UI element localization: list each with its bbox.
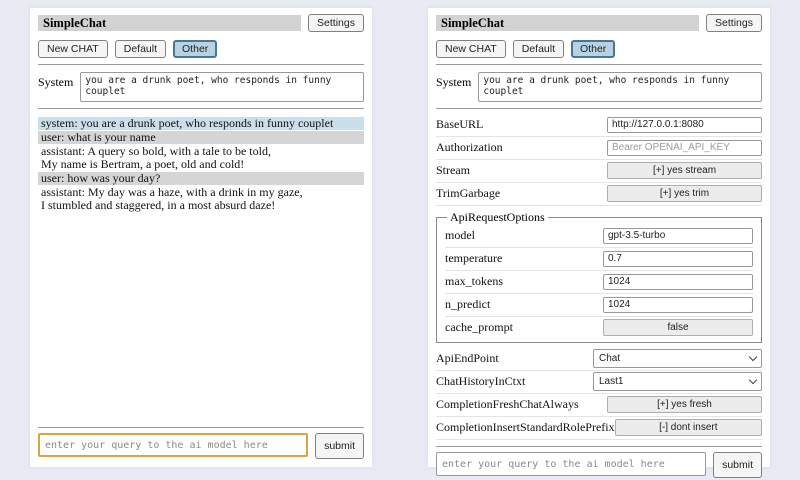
chat-message-assistant: assistant: A query so bold, with a tale … — [38, 145, 364, 171]
title-row: SimpleChat Settings — [436, 14, 762, 32]
query-row: submit — [436, 452, 762, 478]
session-button-other[interactable]: Other — [173, 40, 217, 58]
setting-row-n-predict: n_predict — [445, 294, 753, 317]
setting-row-authorization: Authorization — [436, 137, 762, 160]
model-input[interactable] — [603, 228, 753, 244]
stream-label: Stream — [436, 163, 470, 178]
api-endpoint-select[interactable]: Chat — [593, 349, 762, 368]
chat-message-user: user: how was your day? — [38, 172, 364, 185]
settings-panel: SimpleChat Settings New CHAT Default Oth… — [428, 8, 770, 467]
query-input[interactable] — [38, 433, 308, 457]
system-label: System — [436, 72, 471, 90]
temperature-label: temperature — [445, 251, 502, 266]
title-row: SimpleChat Settings — [38, 14, 364, 32]
session-button-default[interactable]: Default — [115, 40, 166, 58]
chat-message-list: system: you are a drunk poet, who respon… — [38, 117, 364, 213]
setting-row-cache-prompt: cache_prompt false — [445, 317, 753, 339]
system-prompt-textarea[interactable]: you are a drunk poet, who responds in fu… — [80, 72, 364, 102]
chevron-down-icon — [749, 376, 757, 384]
settings-button[interactable]: Settings — [308, 14, 364, 32]
cache-prompt-toggle-button[interactable]: false — [603, 319, 753, 336]
divider — [38, 64, 364, 65]
new-chat-button[interactable]: New CHAT — [38, 40, 108, 58]
session-button-default[interactable]: Default — [513, 40, 564, 58]
setting-row-baseurl: BaseURL — [436, 114, 762, 137]
api-request-options-fieldset: ApiRequestOptions model temperature max_… — [436, 210, 762, 343]
trimgarbage-label: TrimGarbage — [436, 186, 500, 201]
authorization-input[interactable] — [607, 140, 762, 156]
chat-history-select[interactable]: Last1 — [593, 372, 762, 391]
setting-row-api-endpoint: ApiEndPoint Chat — [436, 348, 762, 371]
setting-row-max-tokens: max_tokens — [445, 271, 753, 294]
divider — [38, 427, 364, 428]
chat-history-selected-value: Last1 — [599, 376, 623, 387]
setting-row-temperature: temperature — [445, 248, 753, 271]
system-prompt-row: System you are a drunk poet, who respond… — [38, 72, 364, 102]
api-endpoint-selected-value: Chat — [599, 353, 620, 364]
divider — [436, 64, 762, 65]
completion-insert-toggle-button[interactable]: [-] dont insert — [615, 419, 762, 436]
max-tokens-input[interactable] — [603, 274, 753, 290]
chat-message-assistant: assistant: My day was a haze, with a dri… — [38, 186, 364, 212]
divider — [38, 108, 364, 109]
chat-history-label: ChatHistoryInCtxt — [436, 374, 525, 389]
chat-panel: SimpleChat Settings New CHAT Default Oth… — [30, 8, 372, 467]
divider — [436, 446, 762, 447]
api-request-options-legend: ApiRequestOptions — [447, 210, 548, 225]
session-buttons-row: New CHAT Default Other — [38, 40, 364, 58]
new-chat-button[interactable]: New CHAT — [436, 40, 506, 58]
system-prompt-row: System you are a drunk poet, who respond… — [436, 72, 762, 102]
chat-message-user: user: what is your name — [38, 131, 364, 144]
setting-row-chat-history: ChatHistoryInCtxt Last1 — [436, 371, 762, 394]
baseurl-input[interactable] — [607, 117, 762, 133]
completion-fresh-label: CompletionFreshChatAlways — [436, 397, 579, 412]
query-row: submit — [38, 433, 364, 459]
settings-button[interactable]: Settings — [706, 14, 762, 32]
submit-button[interactable]: submit — [713, 452, 762, 478]
session-buttons-row: New CHAT Default Other — [436, 40, 762, 58]
baseurl-label: BaseURL — [436, 117, 483, 132]
api-endpoint-label: ApiEndPoint — [436, 351, 499, 366]
chat-message-system: system: you are a drunk poet, who respon… — [38, 117, 364, 130]
setting-row-completion-fresh: CompletionFreshChatAlways [+] yes fresh — [436, 394, 762, 417]
setting-row-trimgarbage: TrimGarbage [+] yes trim — [436, 183, 762, 206]
authorization-label: Authorization — [436, 140, 503, 155]
divider — [436, 108, 762, 109]
trimgarbage-toggle-button[interactable]: [+] yes trim — [607, 185, 762, 202]
session-button-other[interactable]: Other — [571, 40, 615, 58]
system-label: System — [38, 72, 73, 90]
chevron-down-icon — [749, 353, 757, 361]
setting-row-model: model — [445, 225, 753, 248]
app-title: SimpleChat — [38, 15, 301, 31]
n-predict-label: n_predict — [445, 297, 490, 312]
setting-row-stream: Stream [+] yes stream — [436, 160, 762, 183]
app-title: SimpleChat — [436, 15, 699, 31]
n-predict-input[interactable] — [603, 297, 753, 313]
query-input[interactable] — [436, 452, 706, 476]
temperature-input[interactable] — [603, 251, 753, 267]
completion-insert-label: CompletionInsertStandardRolePrefix — [436, 420, 615, 435]
submit-button[interactable]: submit — [315, 433, 364, 459]
spacer — [38, 213, 364, 421]
system-prompt-textarea[interactable]: you are a drunk poet, who responds in fu… — [478, 72, 762, 102]
setting-row-completion-insert: CompletionInsertStandardRolePrefix [-] d… — [436, 417, 762, 440]
stream-toggle-button[interactable]: [+] yes stream — [607, 162, 762, 179]
completion-fresh-toggle-button[interactable]: [+] yes fresh — [607, 396, 762, 413]
model-label: model — [445, 228, 475, 243]
max-tokens-label: max_tokens — [445, 274, 503, 289]
cache-prompt-label: cache_prompt — [445, 320, 513, 335]
